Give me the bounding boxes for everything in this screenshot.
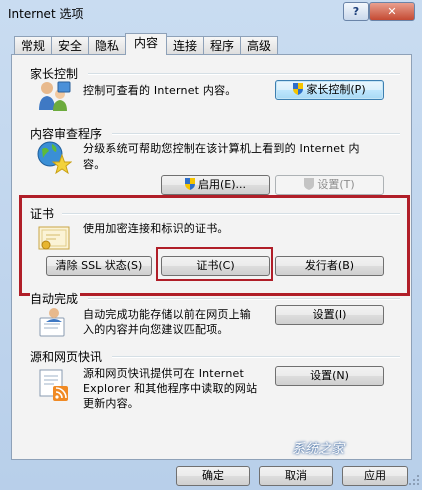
window-title: Internet 选项 xyxy=(8,7,84,21)
feeds-group-title: 源和网页快讯 xyxy=(30,350,103,364)
internet-options-window: Internet 选项 ? ✕ 常规 安全 隐私 内容 连接 程序 高级 家长控… xyxy=(0,0,422,490)
tab-programs[interactable]: 程序 xyxy=(203,36,241,54)
content-advisor-icon xyxy=(37,141,72,174)
clear-ssl-state-button[interactable]: 清除 SSL 状态(S) xyxy=(46,256,152,276)
uac-shield-icon xyxy=(304,178,315,190)
tab-advanced[interactable]: 高级 xyxy=(240,36,278,54)
advisor-settings-button-label: 设置(T) xyxy=(317,178,355,191)
parental-divider xyxy=(88,73,400,75)
uac-shield-icon xyxy=(184,178,195,190)
cancel-button[interactable]: 取消 xyxy=(259,466,333,486)
certificates-button[interactable]: 证书(C) xyxy=(161,256,270,276)
autocomplete-icon xyxy=(39,308,65,337)
watermark: 系统之家 xyxy=(292,442,345,457)
ok-button[interactable]: 确定 xyxy=(176,466,250,486)
certificates-description: 使用加密连接和标识的证书。 xyxy=(83,222,229,235)
tab-privacy[interactable]: 隐私 xyxy=(88,36,126,54)
advisor-description-line1: 分级系统可帮助您控制在该计算机上看到的 Internet 内 xyxy=(83,142,360,155)
tab-connections[interactable]: 连接 xyxy=(166,36,204,54)
advisor-description-line2: 容。 xyxy=(83,158,106,171)
certificates-group-title: 证书 xyxy=(30,207,55,221)
parental-controls-button-label: 家长控制(P) xyxy=(306,83,366,96)
autocomplete-group-title: 自动完成 xyxy=(30,290,81,307)
autocomplete-settings-button[interactable]: 设置(I) xyxy=(275,305,384,325)
parental-controls-button[interactable]: 家长控制(P) xyxy=(275,80,384,100)
apply-button[interactable]: 应用 xyxy=(342,466,408,486)
feeds-settings-button[interactable]: 设置(N) xyxy=(275,366,384,386)
feeds-icon xyxy=(39,369,68,401)
certificate-icon xyxy=(38,226,70,250)
parental-control-icon xyxy=(39,81,71,111)
uac-shield-icon xyxy=(293,83,304,95)
autocomplete-description-line1: 自动完成功能存储以前在网页上输 xyxy=(83,308,251,321)
enable-button[interactable]: 启用(E)... xyxy=(161,175,270,195)
tab-security[interactable]: 安全 xyxy=(51,36,89,54)
tab-general[interactable]: 常规 xyxy=(14,36,52,54)
publishers-button[interactable]: 发行者(B) xyxy=(275,256,384,276)
autocomplete-divider xyxy=(88,298,400,300)
close-button[interactable]: ✕ xyxy=(369,2,415,21)
title-bar[interactable]: Internet 选项 ? ✕ xyxy=(0,0,422,26)
tab-content[interactable]: 内容 xyxy=(125,33,167,55)
feeds-description-line2: Explorer 和其他程序中读取的网站 xyxy=(83,382,258,395)
resize-grip-icon[interactable] xyxy=(408,474,420,486)
feeds-description-line3: 更新内容。 xyxy=(83,397,139,410)
autocomplete-description-line2: 入的内容并向您建议匹配项。 xyxy=(83,323,229,336)
parental-description: 控制可查看的 Internet 内容。 xyxy=(83,84,237,97)
enable-button-label: 启用(E)... xyxy=(197,178,247,191)
certificates-divider xyxy=(62,213,400,215)
advisor-divider xyxy=(112,133,400,135)
feeds-description-line1: 源和网页快讯提供可在 Internet xyxy=(83,367,244,380)
advisor-settings-button[interactable]: 设置(T) xyxy=(275,175,384,195)
feeds-divider xyxy=(112,356,400,358)
help-button[interactable]: ? xyxy=(343,2,369,21)
